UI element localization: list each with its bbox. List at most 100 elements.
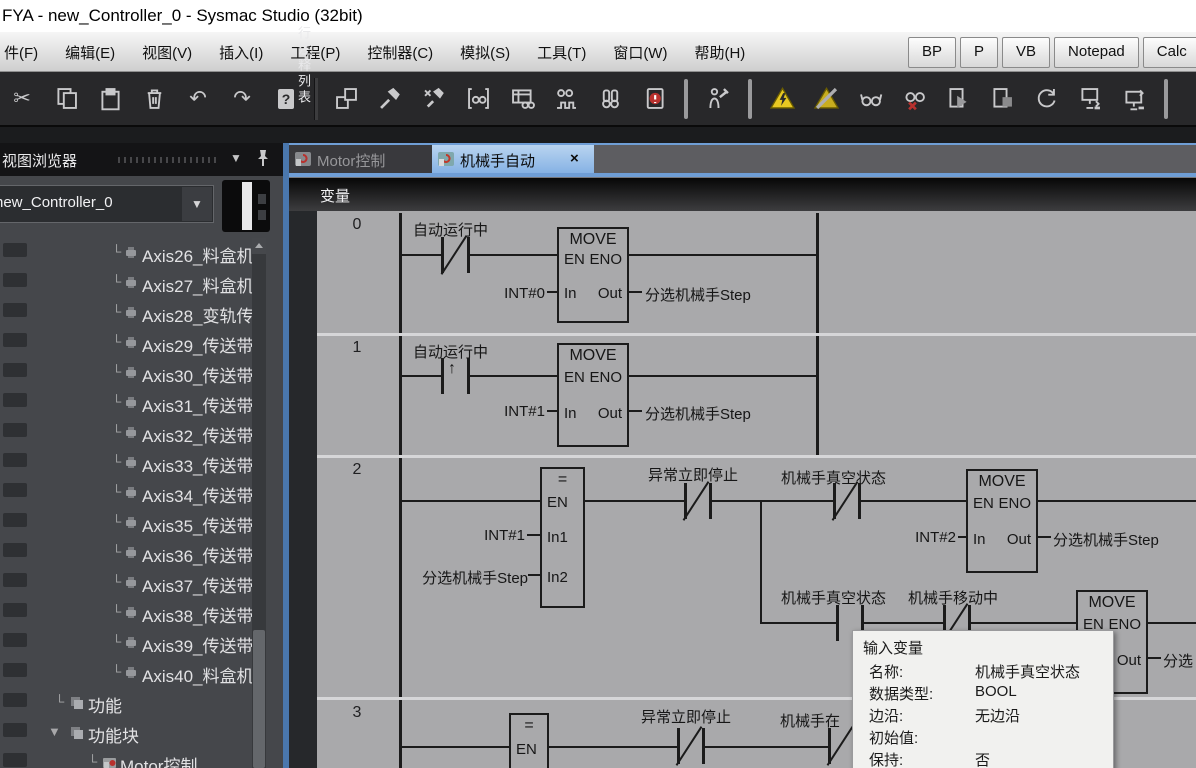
pin-icon[interactable] xyxy=(256,149,270,172)
expand-icon[interactable]: ▼ xyxy=(48,724,61,739)
axis-icon xyxy=(124,666,138,684)
wire xyxy=(762,500,833,502)
stop-monitor-icon[interactable] xyxy=(897,80,931,118)
watch-window-icon[interactable] xyxy=(461,80,495,118)
tree-item-Axis40_料盒机[interactable]: └Axis40_料盒机 xyxy=(0,658,252,688)
upload-icon[interactable] xyxy=(1117,80,1151,118)
quick-button-notepad[interactable]: Notepad xyxy=(1054,37,1139,68)
build-icon[interactable] xyxy=(373,80,407,118)
tree-item-Axis26_料盒机[interactable]: └Axis26_料盒机 xyxy=(0,238,252,268)
operand-in1[interactable]: INT#1 xyxy=(455,527,525,544)
troubleshoot-icon[interactable] xyxy=(701,80,735,118)
run-mode-icon[interactable] xyxy=(941,80,975,118)
rung-number[interactable]: 2 xyxy=(317,461,397,479)
wire xyxy=(470,375,557,377)
go-online-icon[interactable] xyxy=(765,80,799,118)
branch-icon: └ xyxy=(112,424,121,439)
tree-item-Axis34_传送带[interactable]: └Axis34_传送带 xyxy=(0,478,252,508)
synchronize-icon[interactable] xyxy=(1029,80,1063,118)
chevron-down-icon[interactable]: ▼ xyxy=(230,151,242,165)
tree-item-Axis30_传送带[interactable]: └Axis30_传送带 xyxy=(0,358,252,388)
menu-item-1[interactable]: 编辑(E) xyxy=(65,42,115,63)
branch-icon: └ xyxy=(112,544,121,559)
rung-comment-strip[interactable] xyxy=(289,211,317,768)
rung-number[interactable]: 0 xyxy=(317,216,397,234)
tree-item-功能[interactable]: └功能 xyxy=(0,688,252,718)
controller-image-stripe xyxy=(242,182,252,230)
branch-icon: └ xyxy=(112,484,121,499)
tree-item-Axis27_料盒机[interactable]: └Axis27_料盒机 xyxy=(0,268,252,298)
operand-out[interactable]: 分选 xyxy=(1163,650,1193,671)
delete-icon[interactable] xyxy=(137,80,171,118)
rung-number[interactable]: 3 xyxy=(317,704,397,722)
move-block-rung2a[interactable]: MOVE EN ENO In Out xyxy=(966,469,1038,573)
tree-item-Axis38_传送带[interactable]: └Axis38_传送带 xyxy=(0,598,252,628)
paste-icon[interactable] xyxy=(93,80,127,118)
tree-item-Axis37_传送带[interactable]: └Axis37_传送带 xyxy=(0,568,252,598)
menu-item-6[interactable]: 模拟(S) xyxy=(460,42,510,63)
move-block-rung1[interactable]: MOVE EN ENO In Out xyxy=(557,343,629,447)
menu-item-5[interactable]: 控制器(C) xyxy=(367,42,433,63)
controller-selector[interactable]: new_Controller_0 ▼ xyxy=(0,185,214,223)
menu-item-3[interactable]: 插入(I) xyxy=(219,42,263,63)
tree-item-Axis39_传送带[interactable]: └Axis39_传送带 xyxy=(0,628,252,658)
tree-item-Axis29_传送带[interactable]: └Axis29_传送带 xyxy=(0,328,252,358)
undo-icon[interactable]: ↶ xyxy=(181,80,215,118)
wire xyxy=(712,500,761,502)
tree-item-Axis32_传送带[interactable]: └Axis32_传送带 xyxy=(0,418,252,448)
operand-in[interactable]: INT#0 xyxy=(475,285,545,302)
sidebar-scrollbar[interactable] xyxy=(252,238,266,768)
equals-block-rung2[interactable]: = EN In1 In2 xyxy=(540,467,585,608)
redo-icon[interactable]: ↷ xyxy=(225,80,259,118)
watch-table-icon[interactable] xyxy=(505,80,539,118)
move-block-rung0[interactable]: MOVE EN ENO In Out xyxy=(557,227,629,323)
close-icon[interactable]: × xyxy=(570,150,579,167)
tree-item-Motor控制[interactable]: └Motor控制 xyxy=(0,748,252,768)
copy-icon[interactable] xyxy=(49,80,83,118)
download-icon[interactable] xyxy=(1073,80,1107,118)
quick-button-calc[interactable]: Calc xyxy=(1143,37,1196,68)
menu-item-8[interactable]: 窗口(W) xyxy=(613,42,667,63)
output-icon[interactable] xyxy=(637,80,671,118)
operand-in[interactable]: INT#2 xyxy=(886,529,956,546)
go-offline-icon[interactable] xyxy=(809,80,843,118)
quick-button-vb[interactable]: VB xyxy=(1002,37,1050,68)
menu-item-9[interactable]: 帮助(H) xyxy=(694,42,745,63)
search-icon[interactable] xyxy=(593,80,627,118)
equals-block-rung3[interactable]: = EN xyxy=(509,713,549,768)
operand-out[interactable]: 分选机械手Step xyxy=(645,284,751,305)
operand-out[interactable]: 分选机械手Step xyxy=(1053,529,1159,550)
tree-item-Axis33_传送带[interactable]: └Axis33_传送带 xyxy=(0,448,252,478)
chevron-down-icon[interactable]: ▼ xyxy=(182,187,212,221)
quick-button-bp[interactable]: BP xyxy=(908,37,956,68)
quick-button-p[interactable]: P xyxy=(960,37,998,68)
menu-item-0[interactable]: 件(F) xyxy=(4,42,38,63)
tree-item-Axis35_传送带[interactable]: └Axis35_传送带 xyxy=(0,508,252,538)
cut-icon[interactable]: ✂ xyxy=(5,80,39,118)
program-mode-icon[interactable] xyxy=(985,80,1019,118)
operand-out[interactable]: 分选机械手Step xyxy=(645,403,751,424)
comment-strip-label: 行注释列表 xyxy=(294,26,313,106)
scrollbar-thumb[interactable] xyxy=(253,630,265,768)
rebuild-icon[interactable] xyxy=(417,80,451,118)
tab-robot-auto[interactable]: 机械手自动 × xyxy=(432,145,594,173)
operand-in2[interactable]: 分选机械手Step xyxy=(404,567,528,588)
axis-icon xyxy=(124,396,138,414)
tree-item-功能块[interactable]: ▼功能块 xyxy=(0,718,252,748)
tab-motor-control[interactable]: Motor控制 xyxy=(289,145,432,173)
multiview-explorer-panel: 视图浏览器 ▼ new_Controller_0 ▼ └Axis26_料盒机└A… xyxy=(0,143,283,768)
scroll-up-icon[interactable] xyxy=(252,238,266,254)
tree-item-Axis28_变轨传[interactable]: └Axis28_变轨传 xyxy=(0,298,252,328)
monitor-icon[interactable] xyxy=(853,80,887,118)
menu-item-7[interactable]: 工具(T) xyxy=(537,42,586,63)
tree-item-Axis31_传送带[interactable]: └Axis31_传送带 xyxy=(0,388,252,418)
menu-item-2[interactable]: 视图(V) xyxy=(142,42,192,63)
data-trace-icon[interactable] xyxy=(549,80,583,118)
variables-bar[interactable]: 变量 xyxy=(289,177,1196,211)
rung-number[interactable]: 1 xyxy=(317,339,397,357)
tree-item-Axis36_传送带[interactable]: └Axis36_传送带 xyxy=(0,538,252,568)
toolbar-separator xyxy=(748,79,752,119)
operand-in[interactable]: INT#1 xyxy=(475,403,545,420)
axis-icon xyxy=(124,336,138,354)
check-window-icon[interactable] xyxy=(329,80,363,118)
